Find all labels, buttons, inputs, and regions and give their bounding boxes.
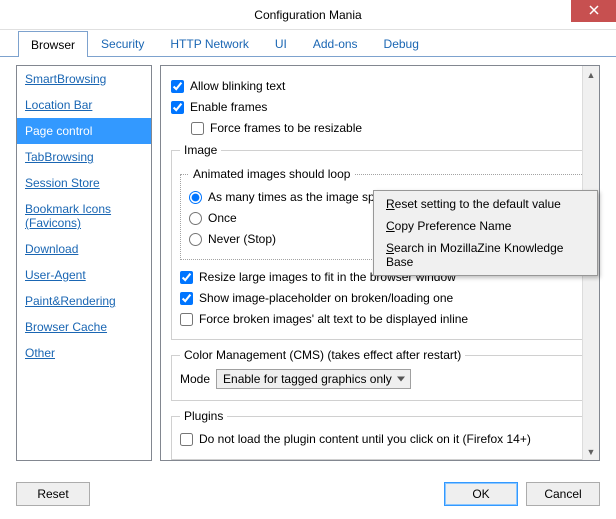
checkbox-allow-blinking[interactable]: [171, 80, 184, 93]
titlebar: Configuration Mania: [0, 0, 616, 30]
sidebar-item-locationbar[interactable]: Location Bar: [17, 92, 151, 118]
label-alt-inline: Force broken images' alt text to be disp…: [199, 312, 468, 326]
sidebar-item-smartbrowsing[interactable]: SmartBrowsing: [17, 66, 151, 92]
checkbox-plugin-click[interactable]: [180, 433, 193, 446]
radio-loop-specified[interactable]: [189, 191, 202, 204]
scroll-down-icon: ▼: [583, 443, 599, 460]
sidebar-item-sessionstore[interactable]: Session Store: [17, 170, 151, 196]
checkbox-image-placeholder[interactable]: [180, 292, 193, 305]
sidebar: SmartBrowsing Location Bar Page control …: [16, 65, 152, 461]
label-plugin-click: Do not load the plugin content until you…: [199, 432, 531, 446]
select-mode-wrap: Enable for tagged graphics only: [216, 369, 411, 389]
tab-addons[interactable]: Add-ons: [300, 30, 371, 56]
checkbox-enable-frames[interactable]: [171, 101, 184, 114]
sidebar-item-tabbrowsing[interactable]: TabBrowsing: [17, 144, 151, 170]
scroll-up-icon: ▲: [583, 66, 599, 83]
tab-browser[interactable]: Browser: [18, 31, 88, 57]
label-loop-never: Never (Stop): [208, 232, 276, 246]
tab-debug[interactable]: Debug: [371, 30, 432, 56]
sidebar-item-paintrendering[interactable]: Paint&Rendering: [17, 288, 151, 314]
sidebar-item-download[interactable]: Download: [17, 236, 151, 262]
footer: Reset OK Cancel: [0, 469, 616, 519]
menu-search-mozillazine[interactable]: Search in MozillaZine Knowledge Base: [376, 237, 595, 273]
tabstrip: Browser Security HTTP Network UI Add-ons…: [0, 30, 616, 56]
close-icon: [589, 4, 599, 18]
checkbox-force-resizable[interactable]: [191, 122, 204, 135]
select-mode[interactable]: Enable for tagged graphics only: [216, 369, 411, 389]
close-button[interactable]: [571, 0, 616, 22]
label-force-resizable: Force frames to be resizable: [210, 121, 362, 135]
sidebar-item-favicons[interactable]: Bookmark Icons (Favicons): [17, 196, 151, 236]
menu-reset-default[interactable]: Reset setting to the default value: [376, 193, 595, 215]
checkbox-resize-images[interactable]: [180, 271, 193, 284]
label-mode: Mode: [180, 372, 210, 386]
legend-cms: Color Management (CMS) (takes effect aft…: [180, 348, 465, 362]
legend-plugins: Plugins: [180, 409, 227, 423]
sidebar-item-other[interactable]: Other: [17, 340, 151, 366]
reset-button[interactable]: Reset: [16, 482, 90, 506]
fieldset-plugins: Plugins Do not load the plugin content u…: [171, 409, 595, 460]
fieldset-cms: Color Management (CMS) (takes effect aft…: [171, 348, 595, 401]
tab-http-network[interactable]: HTTP Network: [157, 30, 261, 56]
checkbox-alt-inline[interactable]: [180, 313, 193, 326]
label-allow-blinking: Allow blinking text: [190, 79, 285, 93]
label-enable-frames: Enable frames: [190, 100, 267, 114]
tab-security[interactable]: Security: [88, 30, 157, 56]
legend-loop: Animated images should loop: [189, 167, 354, 181]
tab-underline: [0, 56, 616, 57]
label-image-placeholder: Show image-placeholder on broken/loading…: [199, 291, 453, 305]
radio-loop-once[interactable]: [189, 212, 202, 225]
label-loop-once: Once: [208, 211, 237, 225]
ok-button[interactable]: OK: [444, 482, 518, 506]
tab-ui[interactable]: UI: [262, 30, 300, 56]
context-menu: Reset setting to the default value Copy …: [373, 190, 598, 276]
radio-loop-never[interactable]: [189, 233, 202, 246]
sidebar-item-useragent[interactable]: User-Agent: [17, 262, 151, 288]
menu-copy-pref-name[interactable]: Copy Preference Name: [376, 215, 595, 237]
sidebar-item-browsercache[interactable]: Browser Cache: [17, 314, 151, 340]
cancel-button[interactable]: Cancel: [526, 482, 600, 506]
sidebar-item-pagecontrol[interactable]: Page control: [17, 118, 151, 144]
window-title: Configuration Mania: [254, 8, 361, 22]
legend-image: Image: [180, 143, 221, 157]
